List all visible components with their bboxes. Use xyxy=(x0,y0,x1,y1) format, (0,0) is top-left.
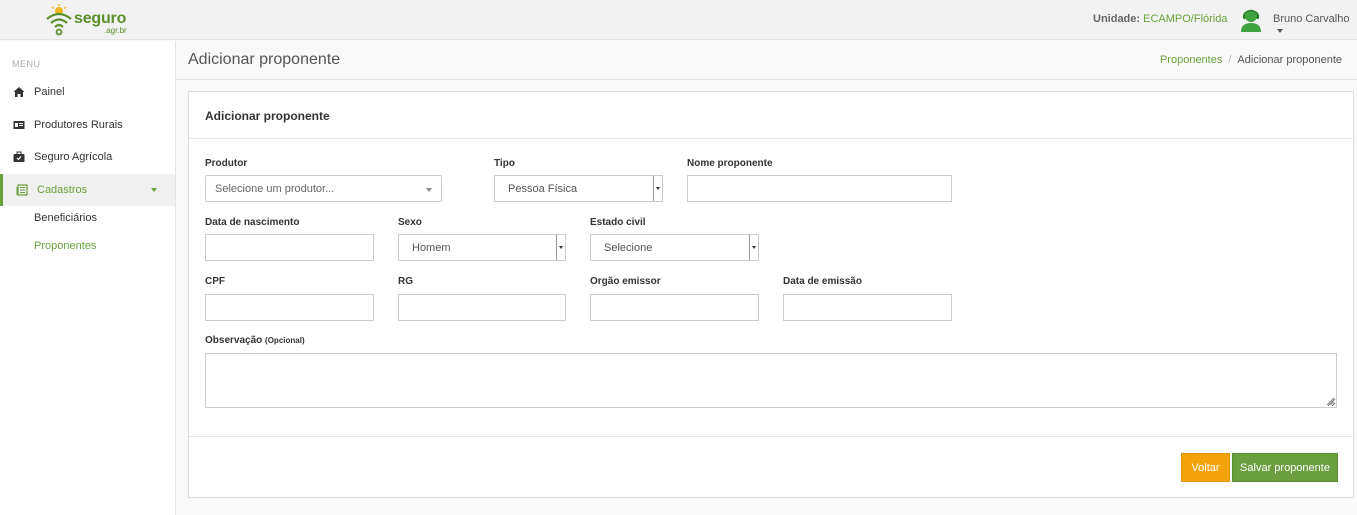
home-icon xyxy=(13,87,25,97)
menu-label: MENU xyxy=(12,59,41,69)
divider xyxy=(189,138,1353,139)
nome-proponente-label: Nome proponente xyxy=(687,158,773,169)
sidebar-item-painel[interactable]: Painel xyxy=(0,76,175,108)
produtor-select-placeholder: Selecione um produtor... xyxy=(215,183,335,195)
orgao-emissor-input[interactable] xyxy=(590,294,759,321)
unit-indicator: Unidade: ECAMPO/Flórida xyxy=(1093,13,1227,25)
produtor-label: Produtor xyxy=(205,158,248,169)
book-icon xyxy=(16,184,28,196)
page-divider xyxy=(176,79,1357,80)
save-proponente-button[interactable]: Salvar proponente xyxy=(1232,453,1338,482)
observacao-textarea[interactable] xyxy=(205,353,1337,408)
orgao-emissor-label: Orgão emissor xyxy=(590,276,661,287)
estado-civil-select[interactable]: Selecione xyxy=(590,234,759,261)
logo[interactable]: seguro .agr.br xyxy=(44,4,144,38)
observacao-optional-hint: (Opcional) xyxy=(265,336,305,345)
id-card-icon xyxy=(13,121,25,129)
data-emissao-label: Data de emissão xyxy=(783,276,862,287)
data-nascimento-label: Data de nascimento xyxy=(205,217,300,228)
breadcrumb-link-proponentes[interactable]: Proponentes xyxy=(1160,54,1222,66)
divider xyxy=(189,436,1353,437)
sidebar-item-cadastros[interactable]: Cadastros xyxy=(0,174,175,206)
back-button[interactable]: Voltar xyxy=(1181,453,1230,482)
sexo-select-value: Homem xyxy=(412,242,451,254)
tipo-select[interactable]: Pessoa Física xyxy=(494,175,663,202)
sidebar-item-label: Produtores Rurais xyxy=(34,119,123,131)
chevron-down-icon xyxy=(556,235,565,260)
form-card: Adicionar proponente Produtor Selecione … xyxy=(188,91,1354,498)
user-avatar-icon[interactable] xyxy=(1239,7,1263,33)
nome-proponente-input[interactable] xyxy=(687,175,952,202)
user-menu[interactable]: Bruno Carvalho xyxy=(1273,13,1357,37)
observacao-wrapper xyxy=(205,353,1337,408)
sidebar-item-label: Painel xyxy=(34,86,65,98)
estado-civil-select-value: Selecione xyxy=(604,242,653,254)
chevron-down-icon xyxy=(1277,29,1283,34)
rg-input[interactable] xyxy=(398,294,566,321)
chevron-down-icon xyxy=(426,188,432,192)
sexo-label: Sexo xyxy=(398,217,422,228)
card-title: Adicionar proponente xyxy=(205,109,330,123)
breadcrumb-separator: / xyxy=(1228,54,1232,66)
sidebar-subitem-beneficiarios[interactable]: Beneficiários xyxy=(34,212,97,224)
data-emissao-input[interactable] xyxy=(783,294,952,321)
chevron-down-icon xyxy=(749,235,758,260)
tipo-select-value: Pessoa Física xyxy=(508,183,578,195)
briefcase-icon xyxy=(13,151,25,162)
wifi-logo-icon xyxy=(46,4,72,36)
sidebar: MENU Painel Produtores Rurais Seguro Agr… xyxy=(0,41,176,515)
sidebar-item-label: Cadastros xyxy=(37,184,88,196)
cpf-label: CPF xyxy=(205,276,225,287)
breadcrumb-current: Adicionar proponente xyxy=(1237,54,1342,66)
top-bar: seguro .agr.br Unidade: ECAMPO/Flórida B… xyxy=(0,0,1357,40)
unit-label: Unidade: xyxy=(1093,13,1141,25)
produtor-select[interactable]: Selecione um produtor... xyxy=(205,175,442,202)
cpf-input[interactable] xyxy=(205,294,374,321)
sexo-select[interactable]: Homem xyxy=(398,234,566,261)
logo-subtext: .agr.br xyxy=(104,26,127,35)
sidebar-item-label: Seguro Agrícola xyxy=(34,151,113,163)
observacao-label: Observação (Opcional) xyxy=(205,335,305,346)
rg-label: RG xyxy=(398,276,413,287)
sidebar-item-seguro-agricola[interactable]: Seguro Agrícola xyxy=(0,141,175,173)
sidebar-item-produtores-rurais[interactable]: Produtores Rurais xyxy=(0,109,175,141)
data-nascimento-input[interactable] xyxy=(205,234,374,261)
breadcrumb: Proponentes / Adicionar proponente xyxy=(1160,54,1342,66)
sidebar-subitem-proponentes[interactable]: Proponentes xyxy=(34,240,96,252)
page-title: Adicionar proponente xyxy=(188,51,341,68)
chevron-down-icon xyxy=(151,188,157,192)
estado-civil-label: Estado civil xyxy=(590,217,646,228)
observacao-label-text: Observação xyxy=(205,335,263,346)
chevron-down-icon xyxy=(653,176,662,201)
unit-value[interactable]: ECAMPO/Flórida xyxy=(1143,13,1227,25)
user-name: Bruno Carvalho xyxy=(1273,13,1350,25)
tipo-label: Tipo xyxy=(494,158,515,169)
resize-handle-icon[interactable] xyxy=(1326,397,1334,405)
